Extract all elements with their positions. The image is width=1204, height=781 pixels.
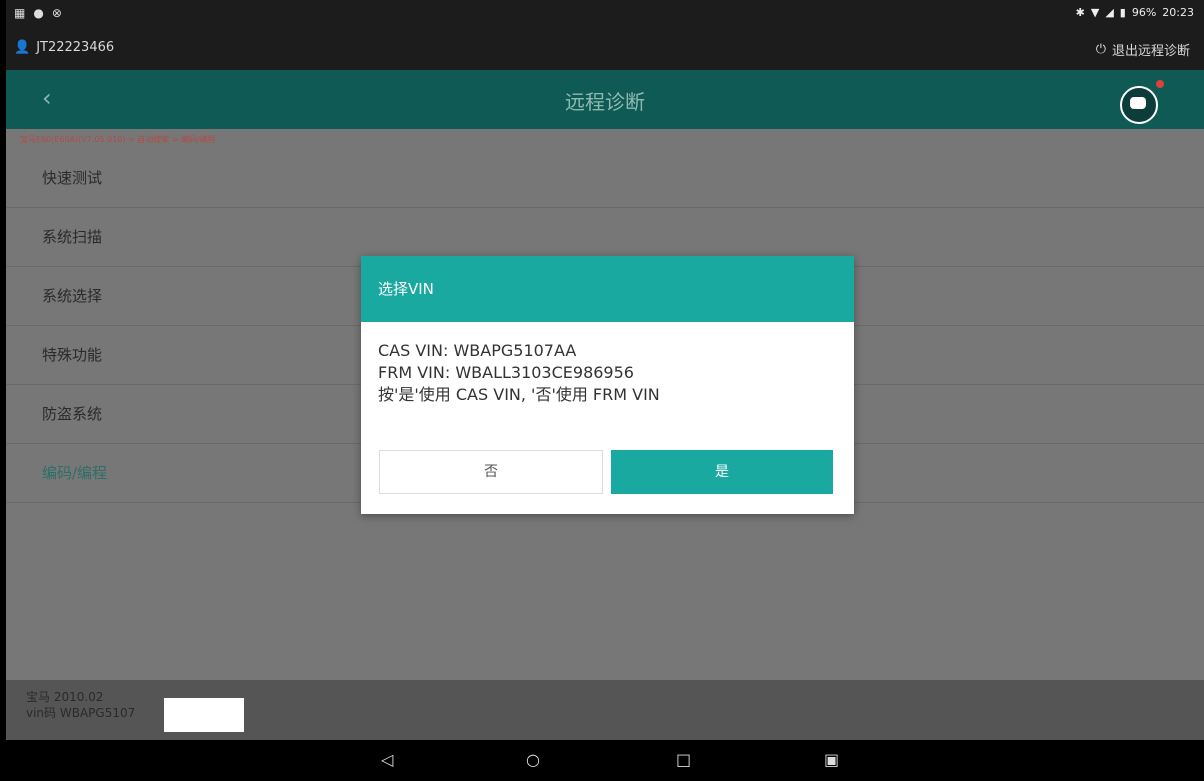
power-icon: ⏻ [1095,42,1106,57]
app-frame: ▦ ● ⊗ 👤 JT22223466 ✱ ▼ ◢ ▮ 96% 20:23 ⏻ 退… [6,0,1204,781]
yes-button[interactable]: 是 [611,450,833,494]
notification-dot [1156,80,1164,88]
user-id: JT22223466 [36,40,115,55]
system-status: ✱ ▼ ◢ ▮ 96% 20:23 [1076,6,1194,19]
instruction-line: 按'是'使用 CAS VIN, '否'使用 FRM VIN [378,385,660,404]
bluetooth-icon: ✱ [1075,6,1085,19]
app-notification-icon: ● [33,6,44,20]
breadcrumb: 宝马E60(E60A)(V7.05.010) > 自动搜索 > 编码/编程 [20,135,216,144]
android-nav-bar: ◁ ○ □ ▣ [6,740,1204,781]
cas-vin-line: CAS VIN: WBAPG5107AA [378,341,577,360]
nav-screenshot-icon[interactable]: ▣ [824,750,839,769]
cancel-notification-icon: ⊗ [51,6,62,20]
signal-icon: ◢ [1105,6,1114,19]
exit-remote-label: 退出远程诊断 [1111,44,1190,59]
app-header: ‹ 远程诊断 [6,70,1204,129]
vehicle-info: 宝马 2010.02 vin码 WBAPG5107 [6,680,1204,740]
nav-home-icon[interactable]: ○ [526,750,540,769]
menu-item-quick-test[interactable]: 快速测试 [6,149,1204,208]
user-icon: 👤 [14,40,31,55]
nav-back-icon[interactable]: ◁ [381,750,393,769]
dialog-message: CAS VIN: WBAPG5107AA FRM VIN: WBALL3103C… [361,322,854,406]
select-vin-dialog: 选择VIN CAS VIN: WBAPG5107AA FRM VIN: WBAL… [361,256,854,514]
status-bar: ▦ ● ⊗ 👤 JT22223466 ✱ ▼ ◢ ▮ 96% 20:23 ⏻ 退… [6,0,1204,70]
redaction-box [164,698,244,732]
battery-percent: 96% [1131,6,1157,19]
wifi-icon: ▼ [1090,6,1100,19]
image-notification-icon: ▦ [14,6,26,20]
dialog-buttons: 否 是 [379,450,835,494]
frm-vin-line: FRM VIN: WBALL3103CE986956 [378,363,634,382]
battery-icon: ▮ [1119,6,1126,19]
user-info: 👤 JT22223466 [14,40,114,55]
chat-button[interactable] [1120,80,1164,124]
vehicle-vin: vin码 WBAPG5107 [26,706,136,720]
vehicle-model: 宝马 2010.02 [26,690,104,704]
chat-icon [1130,97,1146,109]
notification-icons: ▦ ● ⊗ [14,6,62,20]
clock: 20:23 [1162,6,1194,19]
dialog-title: 选择VIN [361,256,854,322]
nav-recents-icon[interactable]: □ [676,750,691,769]
page-title: 远程诊断 [565,90,645,114]
exit-remote-button[interactable]: ⏻ 退出远程诊断 [1096,40,1190,59]
no-button[interactable]: 否 [379,450,603,494]
